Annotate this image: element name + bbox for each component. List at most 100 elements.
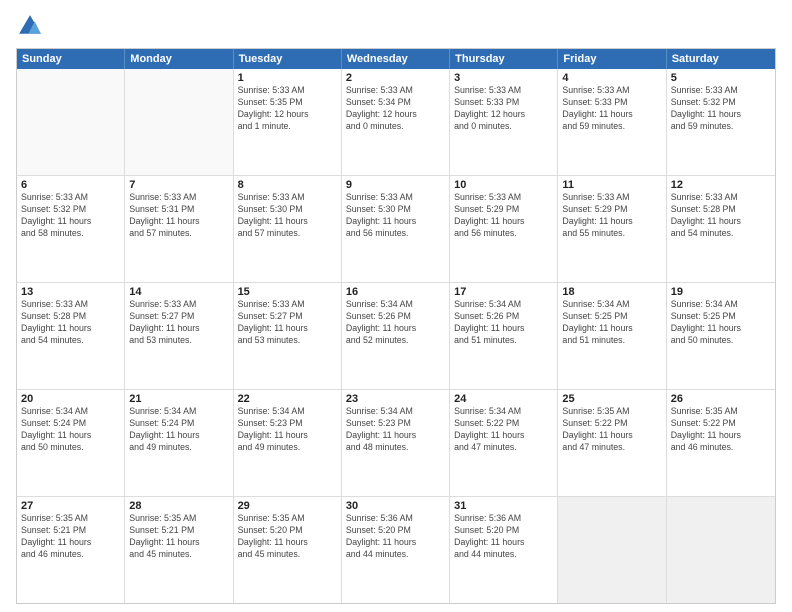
cal-cell: 21Sunrise: 5:34 AM Sunset: 5:24 PM Dayli… [125, 390, 233, 496]
day-number: 18 [562, 286, 661, 298]
day-number: 23 [346, 393, 445, 405]
day-number: 15 [238, 286, 337, 298]
cal-cell: 28Sunrise: 5:35 AM Sunset: 5:21 PM Dayli… [125, 497, 233, 603]
cal-cell: 25Sunrise: 5:35 AM Sunset: 5:22 PM Dayli… [558, 390, 666, 496]
cell-info: Sunrise: 5:33 AM Sunset: 5:35 PM Dayligh… [238, 85, 337, 133]
calendar-body: 1Sunrise: 5:33 AM Sunset: 5:35 PM Daylig… [17, 69, 775, 603]
day-number: 10 [454, 179, 553, 191]
day-number: 25 [562, 393, 661, 405]
cal-cell: 31Sunrise: 5:36 AM Sunset: 5:20 PM Dayli… [450, 497, 558, 603]
cal-cell: 27Sunrise: 5:35 AM Sunset: 5:21 PM Dayli… [17, 497, 125, 603]
cal-cell: 8Sunrise: 5:33 AM Sunset: 5:30 PM Daylig… [234, 176, 342, 282]
day-number: 11 [562, 179, 661, 191]
day-number: 9 [346, 179, 445, 191]
cal-cell: 16Sunrise: 5:34 AM Sunset: 5:26 PM Dayli… [342, 283, 450, 389]
day-header-sunday: Sunday [17, 49, 125, 69]
cal-cell: 26Sunrise: 5:35 AM Sunset: 5:22 PM Dayli… [667, 390, 775, 496]
cell-info: Sunrise: 5:33 AM Sunset: 5:31 PM Dayligh… [129, 192, 228, 240]
cell-info: Sunrise: 5:33 AM Sunset: 5:27 PM Dayligh… [238, 299, 337, 347]
day-number: 17 [454, 286, 553, 298]
day-number: 13 [21, 286, 120, 298]
cell-info: Sunrise: 5:35 AM Sunset: 5:21 PM Dayligh… [21, 513, 120, 561]
cell-info: Sunrise: 5:35 AM Sunset: 5:20 PM Dayligh… [238, 513, 337, 561]
cal-cell [17, 69, 125, 175]
cal-cell: 14Sunrise: 5:33 AM Sunset: 5:27 PM Dayli… [125, 283, 233, 389]
day-number: 20 [21, 393, 120, 405]
cal-cell: 17Sunrise: 5:34 AM Sunset: 5:26 PM Dayli… [450, 283, 558, 389]
day-number: 4 [562, 72, 661, 84]
cell-info: Sunrise: 5:35 AM Sunset: 5:21 PM Dayligh… [129, 513, 228, 561]
week-row-2: 6Sunrise: 5:33 AM Sunset: 5:32 PM Daylig… [17, 175, 775, 282]
cal-cell [125, 69, 233, 175]
week-row-3: 13Sunrise: 5:33 AM Sunset: 5:28 PM Dayli… [17, 282, 775, 389]
day-number: 5 [671, 72, 771, 84]
day-number: 24 [454, 393, 553, 405]
cal-cell: 1Sunrise: 5:33 AM Sunset: 5:35 PM Daylig… [234, 69, 342, 175]
cell-info: Sunrise: 5:33 AM Sunset: 5:29 PM Dayligh… [454, 192, 553, 240]
day-number: 30 [346, 500, 445, 512]
calendar: SundayMondayTuesdayWednesdayThursdayFrid… [16, 48, 776, 604]
day-number: 12 [671, 179, 771, 191]
cal-cell: 15Sunrise: 5:33 AM Sunset: 5:27 PM Dayli… [234, 283, 342, 389]
cell-info: Sunrise: 5:36 AM Sunset: 5:20 PM Dayligh… [346, 513, 445, 561]
cell-info: Sunrise: 5:33 AM Sunset: 5:28 PM Dayligh… [21, 299, 120, 347]
calendar-header: SundayMondayTuesdayWednesdayThursdayFrid… [17, 49, 775, 69]
cell-info: Sunrise: 5:34 AM Sunset: 5:25 PM Dayligh… [562, 299, 661, 347]
day-number: 26 [671, 393, 771, 405]
day-number: 3 [454, 72, 553, 84]
logo-icon [16, 12, 44, 40]
cal-cell: 13Sunrise: 5:33 AM Sunset: 5:28 PM Dayli… [17, 283, 125, 389]
day-number: 6 [21, 179, 120, 191]
cell-info: Sunrise: 5:33 AM Sunset: 5:33 PM Dayligh… [562, 85, 661, 133]
cell-info: Sunrise: 5:34 AM Sunset: 5:26 PM Dayligh… [346, 299, 445, 347]
page: SundayMondayTuesdayWednesdayThursdayFrid… [0, 0, 792, 612]
day-header-thursday: Thursday [450, 49, 558, 69]
cell-info: Sunrise: 5:34 AM Sunset: 5:22 PM Dayligh… [454, 406, 553, 454]
day-number: 7 [129, 179, 228, 191]
cal-cell: 20Sunrise: 5:34 AM Sunset: 5:24 PM Dayli… [17, 390, 125, 496]
day-number: 19 [671, 286, 771, 298]
day-number: 2 [346, 72, 445, 84]
cell-info: Sunrise: 5:33 AM Sunset: 5:30 PM Dayligh… [238, 192, 337, 240]
cal-cell: 18Sunrise: 5:34 AM Sunset: 5:25 PM Dayli… [558, 283, 666, 389]
cell-info: Sunrise: 5:33 AM Sunset: 5:32 PM Dayligh… [671, 85, 771, 133]
cal-cell: 23Sunrise: 5:34 AM Sunset: 5:23 PM Dayli… [342, 390, 450, 496]
cal-cell: 4Sunrise: 5:33 AM Sunset: 5:33 PM Daylig… [558, 69, 666, 175]
day-header-monday: Monday [125, 49, 233, 69]
cal-cell: 3Sunrise: 5:33 AM Sunset: 5:33 PM Daylig… [450, 69, 558, 175]
cell-info: Sunrise: 5:34 AM Sunset: 5:23 PM Dayligh… [238, 406, 337, 454]
day-number: 31 [454, 500, 553, 512]
day-number: 14 [129, 286, 228, 298]
cal-cell: 19Sunrise: 5:34 AM Sunset: 5:25 PM Dayli… [667, 283, 775, 389]
cell-info: Sunrise: 5:33 AM Sunset: 5:28 PM Dayligh… [671, 192, 771, 240]
cell-info: Sunrise: 5:34 AM Sunset: 5:25 PM Dayligh… [671, 299, 771, 347]
cal-cell: 11Sunrise: 5:33 AM Sunset: 5:29 PM Dayli… [558, 176, 666, 282]
cell-info: Sunrise: 5:34 AM Sunset: 5:23 PM Dayligh… [346, 406, 445, 454]
cal-cell [558, 497, 666, 603]
cal-cell: 7Sunrise: 5:33 AM Sunset: 5:31 PM Daylig… [125, 176, 233, 282]
cal-cell: 24Sunrise: 5:34 AM Sunset: 5:22 PM Dayli… [450, 390, 558, 496]
cal-cell: 22Sunrise: 5:34 AM Sunset: 5:23 PM Dayli… [234, 390, 342, 496]
cell-info: Sunrise: 5:33 AM Sunset: 5:33 PM Dayligh… [454, 85, 553, 133]
day-number: 22 [238, 393, 337, 405]
day-number: 8 [238, 179, 337, 191]
week-row-4: 20Sunrise: 5:34 AM Sunset: 5:24 PM Dayli… [17, 389, 775, 496]
day-number: 27 [21, 500, 120, 512]
cell-info: Sunrise: 5:33 AM Sunset: 5:30 PM Dayligh… [346, 192, 445, 240]
day-number: 1 [238, 72, 337, 84]
cal-cell: 10Sunrise: 5:33 AM Sunset: 5:29 PM Dayli… [450, 176, 558, 282]
cal-cell: 9Sunrise: 5:33 AM Sunset: 5:30 PM Daylig… [342, 176, 450, 282]
week-row-1: 1Sunrise: 5:33 AM Sunset: 5:35 PM Daylig… [17, 69, 775, 175]
cell-info: Sunrise: 5:33 AM Sunset: 5:29 PM Dayligh… [562, 192, 661, 240]
logo [16, 12, 46, 40]
cal-cell: 5Sunrise: 5:33 AM Sunset: 5:32 PM Daylig… [667, 69, 775, 175]
cell-info: Sunrise: 5:33 AM Sunset: 5:32 PM Dayligh… [21, 192, 120, 240]
cal-cell: 6Sunrise: 5:33 AM Sunset: 5:32 PM Daylig… [17, 176, 125, 282]
cell-info: Sunrise: 5:34 AM Sunset: 5:24 PM Dayligh… [129, 406, 228, 454]
header [16, 12, 776, 40]
cell-info: Sunrise: 5:34 AM Sunset: 5:24 PM Dayligh… [21, 406, 120, 454]
cal-cell: 2Sunrise: 5:33 AM Sunset: 5:34 PM Daylig… [342, 69, 450, 175]
cal-cell: 30Sunrise: 5:36 AM Sunset: 5:20 PM Dayli… [342, 497, 450, 603]
cal-cell: 12Sunrise: 5:33 AM Sunset: 5:28 PM Dayli… [667, 176, 775, 282]
day-number: 28 [129, 500, 228, 512]
